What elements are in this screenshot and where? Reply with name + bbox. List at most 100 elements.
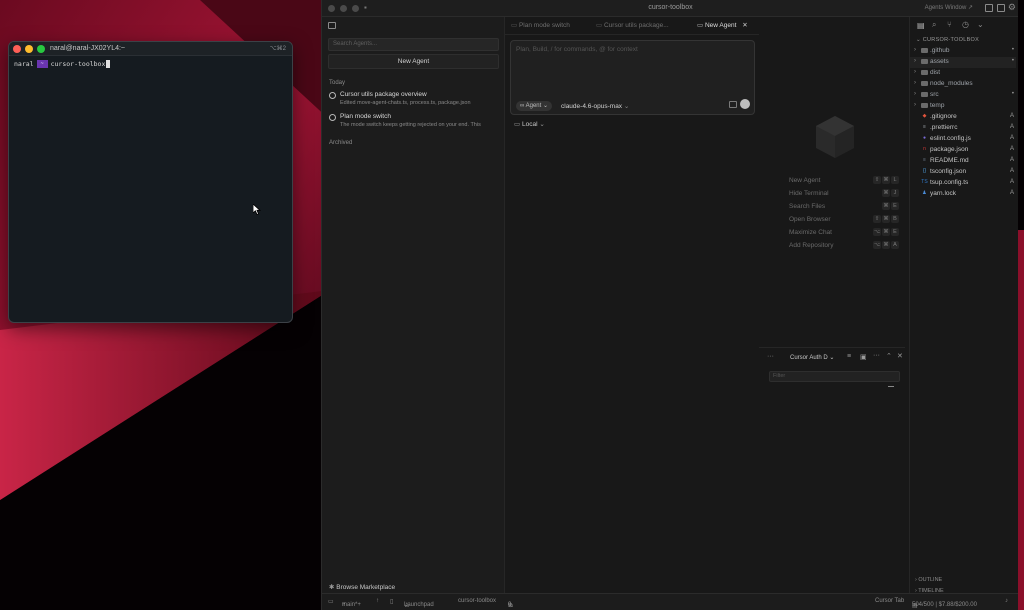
file-name: tsconfig.json bbox=[930, 168, 967, 175]
key-cap: B bbox=[891, 215, 899, 223]
file-item[interactable]: {} tsconfig.json A bbox=[910, 167, 1016, 178]
file-icon: ♟ bbox=[922, 190, 927, 196]
lock-icon[interactable]: ▣ bbox=[860, 353, 867, 361]
warning-count: 0 bbox=[508, 602, 512, 608]
folder-item[interactable]: › .github • bbox=[910, 46, 1016, 57]
tab-plan-mode[interactable]: ▭ Plan mode switch bbox=[511, 17, 570, 35]
text-cursor bbox=[888, 386, 894, 387]
status-bar: ▭ ⑂ main*+ ↑ ▯ ♙ Launchpad cursor-toolbo… bbox=[322, 593, 1018, 610]
chat-bubble-icon: ▭ bbox=[596, 22, 603, 29]
chevron-down-icon[interactable]: ⌄ bbox=[977, 20, 984, 29]
outline-section[interactable]: › OUTLINE bbox=[915, 577, 942, 583]
cursor-app-window[interactable]: ▪ cursor-toolbox Agents Window ↗ ⚙ Searc… bbox=[321, 0, 1018, 610]
agent-composer[interactable]: Plan, Build, / for commands, @ for conte… bbox=[510, 40, 755, 115]
git-status: A bbox=[1009, 190, 1014, 196]
file-item[interactable]: ◆ .gitignore A bbox=[910, 112, 1016, 123]
bell-icon[interactable]: ♪ bbox=[1005, 598, 1008, 604]
minimize-icon[interactable] bbox=[25, 45, 33, 53]
file-item[interactable]: n package.json A bbox=[910, 145, 1016, 156]
shortcut-row[interactable]: Maximize Chat ⌥ ⌘ E bbox=[789, 228, 899, 236]
git-status: • bbox=[1011, 47, 1014, 53]
key-cap: A bbox=[891, 241, 899, 249]
cursor-tab-item[interactable]: Cursor Tab bbox=[875, 598, 904, 604]
more-icon[interactable]: ··· bbox=[873, 352, 880, 359]
mode-select[interactable]: ∞ Agent ⌄ bbox=[516, 101, 553, 111]
environment-select[interactable]: ▭ Local ⌄ bbox=[514, 120, 545, 128]
key-cap: E bbox=[891, 228, 899, 236]
git-status: A bbox=[1009, 179, 1014, 185]
settings-icon[interactable]: ⚙ bbox=[1008, 2, 1016, 13]
terminal-select[interactable]: Cursor Auth D ⌄ bbox=[790, 354, 834, 361]
new-agent-button[interactable]: New Agent bbox=[328, 54, 499, 69]
tab-cursor-utils[interactable]: ▭ Cursor utils package... bbox=[596, 17, 669, 35]
outline-label: OUTLINE bbox=[918, 577, 943, 583]
file-item[interactable]: ♟ yarn.lock A bbox=[910, 189, 1016, 200]
toggle-panel-icon[interactable] bbox=[985, 4, 993, 12]
submit-button[interactable] bbox=[740, 99, 750, 109]
chevron-down-icon: ⌄ bbox=[542, 103, 549, 109]
terminal-titlebar[interactable]: naral@naral-JX02YL4:~ ⌥⌘2 bbox=[9, 42, 292, 56]
key-cap: ⇧ bbox=[873, 215, 881, 223]
folder-item[interactable]: › node_modules bbox=[910, 79, 1016, 90]
file-item[interactable]: ● eslint.config.js A bbox=[910, 134, 1016, 145]
prompt-segment: ~ bbox=[36, 60, 48, 68]
model-select[interactable]: claude-4.6-opus-max ⌄ bbox=[561, 102, 629, 110]
folder-item[interactable]: › src • bbox=[910, 90, 1016, 101]
shortcut-row[interactable]: Hide Terminal ⌘ J bbox=[789, 189, 899, 197]
folder-icon bbox=[921, 92, 928, 97]
terminal-body[interactable]: naral ~ cursor-toolbox bbox=[9, 56, 292, 72]
folder-item[interactable]: › temp bbox=[910, 101, 1016, 112]
laptop-icon: ▭ bbox=[514, 121, 521, 128]
chevron-right-icon: › bbox=[914, 91, 916, 97]
key-cap: ⌥ bbox=[873, 241, 881, 249]
filter-input[interactable]: Filter bbox=[769, 371, 900, 382]
folder-item[interactable]: › dist bbox=[910, 68, 1016, 79]
file-item[interactable]: ≡ README.md A bbox=[910, 156, 1016, 167]
shortcut-label: Add Repository bbox=[789, 242, 834, 249]
app-titlebar[interactable]: ▪ cursor-toolbox Agents Window ↗ ⚙ bbox=[322, 0, 1018, 17]
file-name: temp bbox=[930, 102, 945, 109]
file-item[interactable]: ≡ .prettierrc A bbox=[910, 123, 1016, 134]
toggle-sidebar-icon[interactable] bbox=[997, 4, 1005, 12]
terminal-window[interactable]: naral@naral-JX02YL4:~ ⌥⌘2 naral ~ cursor… bbox=[8, 41, 293, 323]
chat-item-cursor-utils[interactable]: Cursor utils package overview Edited mov… bbox=[328, 91, 499, 111]
section-archived[interactable]: Archived bbox=[329, 140, 352, 146]
remote-icon[interactable]: ▭ bbox=[328, 598, 334, 605]
folder-item[interactable]: › assets • bbox=[910, 57, 1016, 68]
search-icon[interactable]: ⌕ bbox=[932, 20, 936, 30]
sync-icon[interactable]: ↑ bbox=[376, 598, 379, 604]
agents-window-link[interactable]: Agents Window ↗ bbox=[925, 4, 973, 11]
chat-item-plan-mode[interactable]: Plan mode switch The mode switch keeps g… bbox=[328, 113, 499, 133]
history-icon[interactable]: ◷ bbox=[962, 20, 969, 29]
chevron-down-icon: ⌄ bbox=[916, 37, 921, 43]
shortcut-row[interactable]: New Agent ⇧ ⌘ L bbox=[789, 176, 899, 184]
sidebar-toggle-icon[interactable] bbox=[328, 22, 336, 29]
git-status: A bbox=[1009, 124, 1014, 130]
image-icon[interactable] bbox=[729, 101, 737, 108]
chevron-up-icon[interactable]: ⌃ bbox=[886, 352, 892, 360]
file-name: eslint.config.js bbox=[930, 135, 971, 142]
branch-label: main*+ bbox=[342, 602, 361, 608]
browse-marketplace-link[interactable]: ✱ Browse Marketplace bbox=[329, 583, 395, 591]
split-icon[interactable]: ▯ bbox=[390, 598, 393, 605]
terminal-shortcut: ⌥⌘2 bbox=[269, 46, 286, 52]
clear-icon[interactable]: ≡ bbox=[847, 353, 851, 360]
source-control-icon[interactable]: ⑂ bbox=[947, 20, 952, 29]
search-agents-input[interactable]: Search Agents... bbox=[328, 38, 499, 51]
zoom-icon[interactable] bbox=[37, 45, 45, 53]
files-icon[interactable]: ▤ bbox=[917, 21, 925, 30]
close-icon[interactable]: ✕ bbox=[897, 352, 903, 360]
more-icon[interactable]: ··· bbox=[767, 353, 774, 360]
explorer-root[interactable]: ⌄ CURSOR-TOOLBOX bbox=[916, 37, 979, 43]
tab-new-agent[interactable]: ▭ New Agent ✕ bbox=[697, 17, 748, 35]
project-label[interactable]: cursor-toolbox bbox=[458, 598, 496, 604]
shortcut-row[interactable]: Open Browser ⇧ ⌘ B bbox=[789, 215, 899, 223]
shortcut-row[interactable]: Add Repository ⌥ ⌘ A bbox=[789, 241, 899, 249]
close-tab-icon[interactable]: ✕ bbox=[742, 22, 747, 29]
file-item[interactable]: TS tsup.config.ts A bbox=[910, 178, 1016, 189]
environment-label: Local bbox=[521, 121, 538, 128]
shortcut-label: Hide Terminal bbox=[789, 190, 829, 197]
shortcut-row[interactable]: Search Files ⌘ E bbox=[789, 202, 899, 210]
composer-input[interactable]: Plan, Build, / for commands, @ for conte… bbox=[516, 46, 638, 53]
close-icon[interactable] bbox=[13, 45, 21, 53]
